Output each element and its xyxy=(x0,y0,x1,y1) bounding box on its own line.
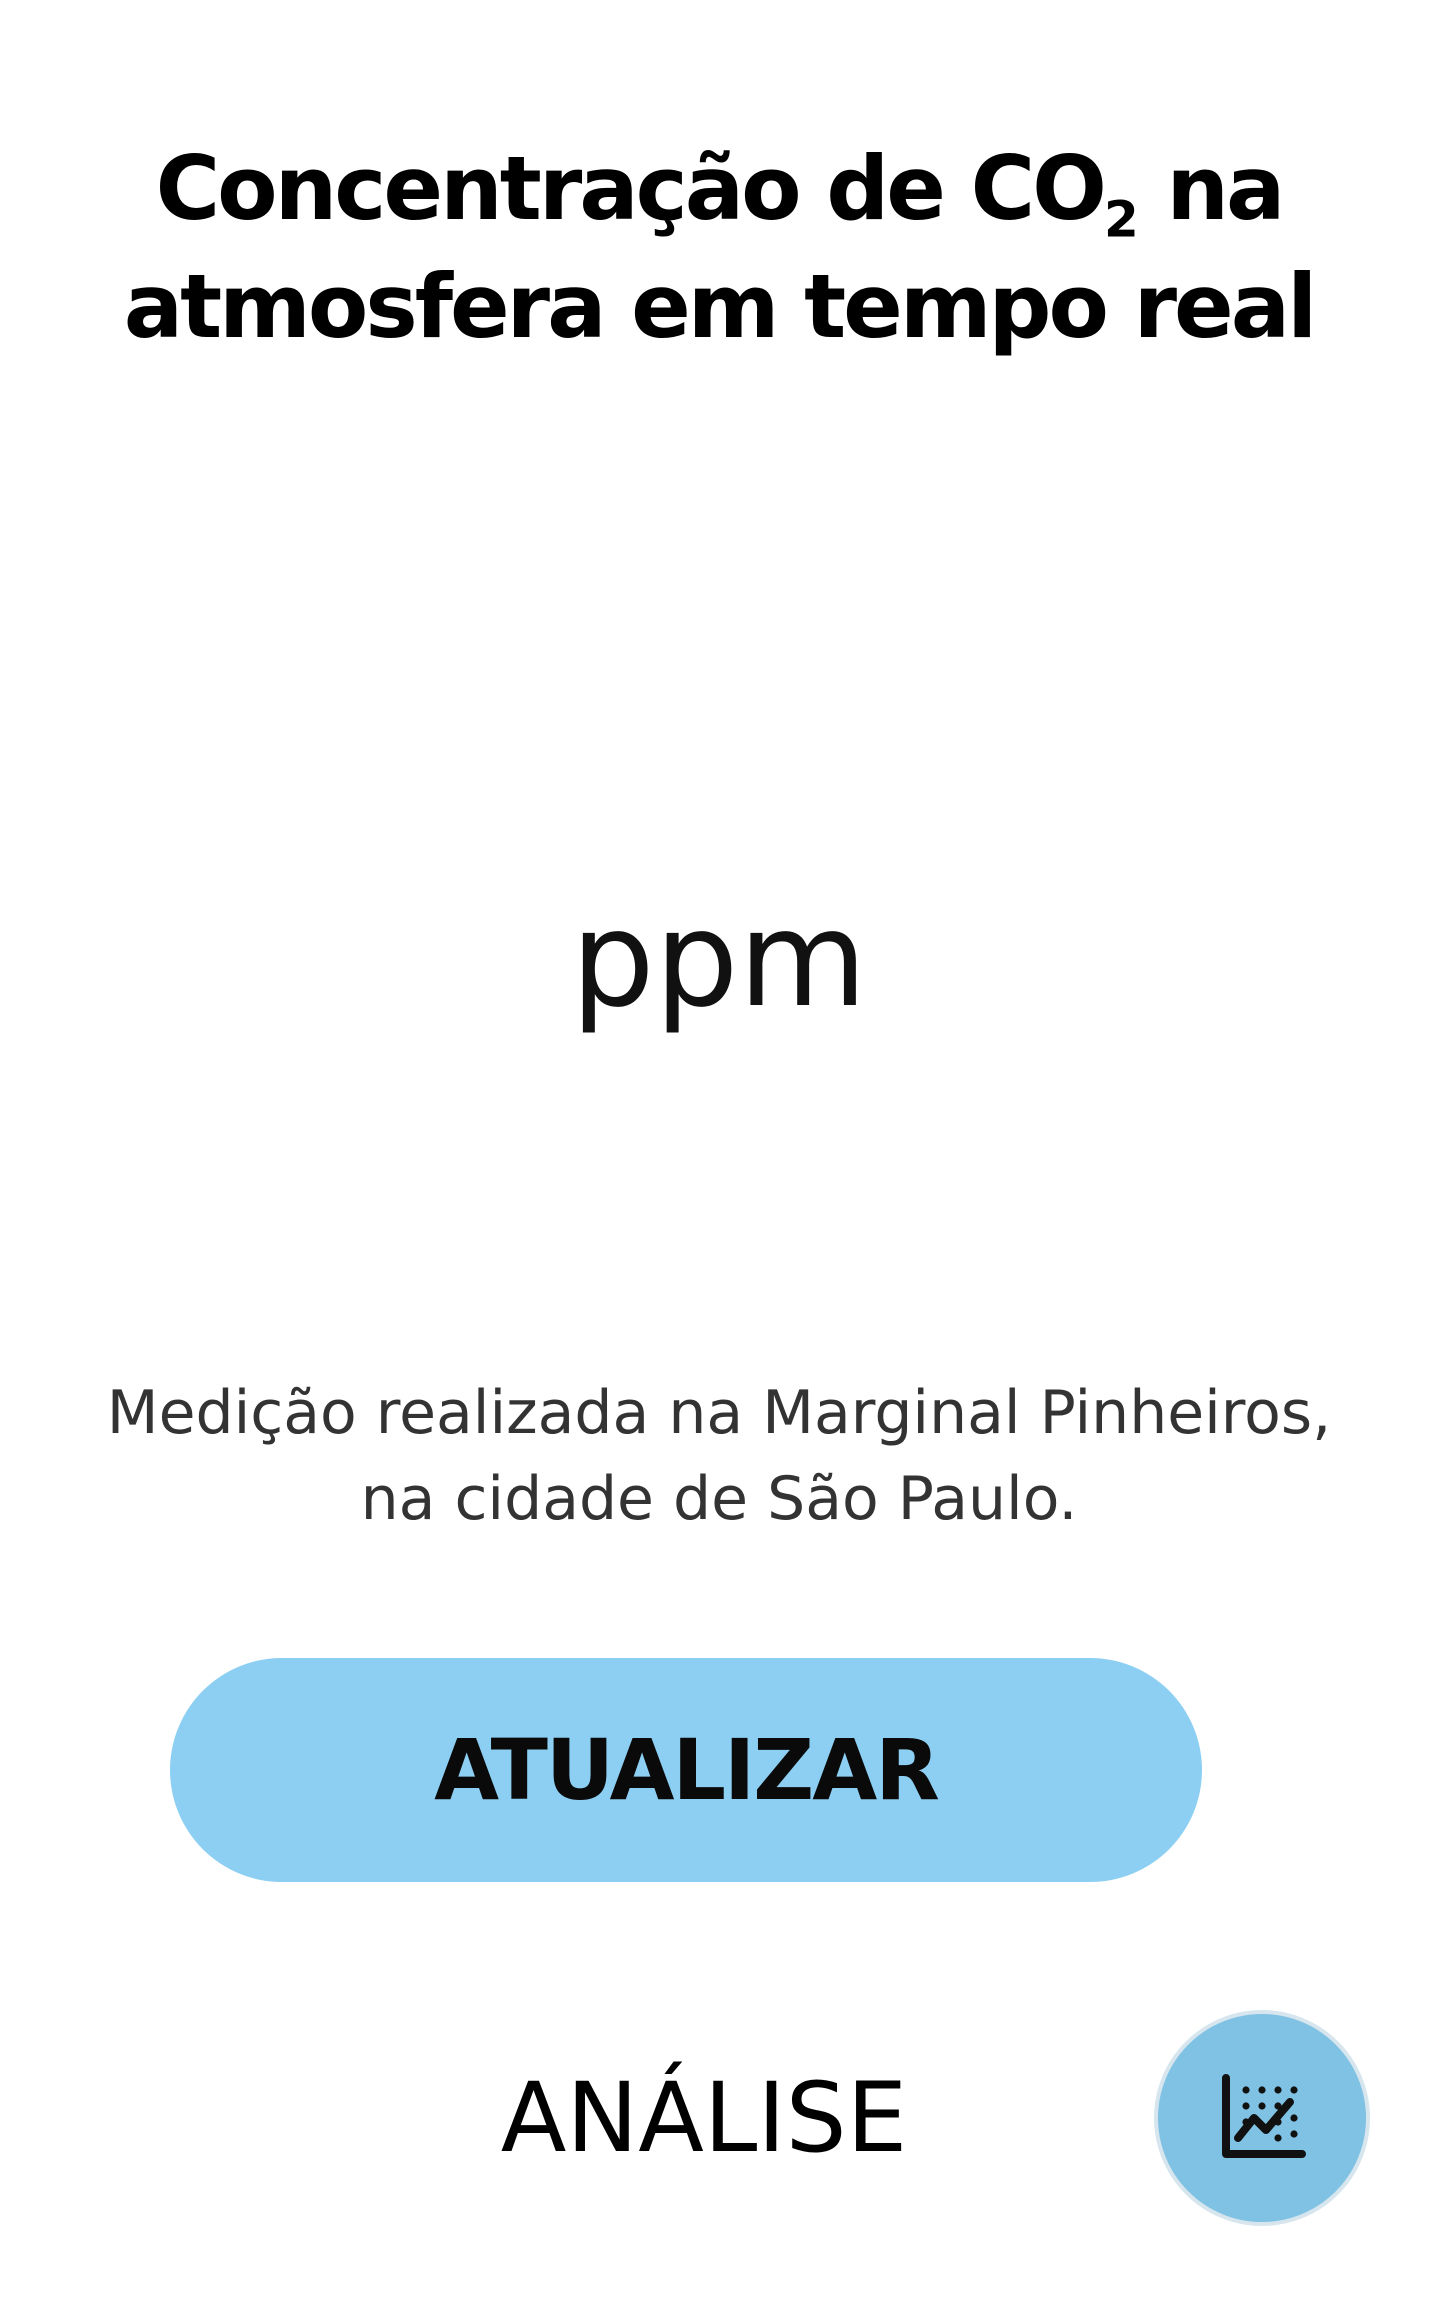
chart-analytics-icon xyxy=(1222,2074,1306,2158)
location-description: Medição realizada na Marginal Pinheiros,… xyxy=(106,1378,1332,1534)
co2-unit-label: ppm xyxy=(570,883,868,1037)
update-button[interactable]: ATUALIZAR xyxy=(170,1658,1202,1882)
title-text-part1: Concentração de CO xyxy=(155,137,1107,240)
page-title: Concentração de CO2 na atmosfera em temp… xyxy=(0,130,1438,366)
update-button-label: ATUALIZAR xyxy=(434,1721,940,1819)
title-subscript: 2 xyxy=(1103,190,1139,249)
analysis-fab-button[interactable] xyxy=(1154,2010,1370,2226)
